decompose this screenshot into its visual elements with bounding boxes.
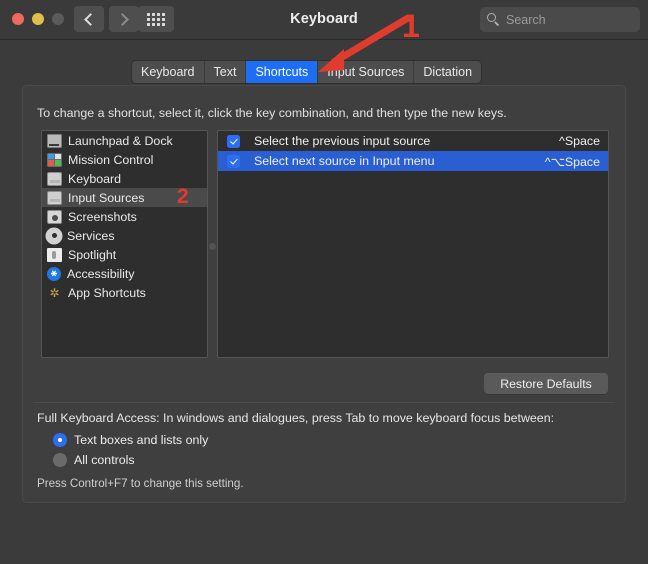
shortcut-keys[interactable]: ^Space: [559, 134, 600, 148]
sidebar-item-label: Keyboard: [68, 171, 122, 186]
annotation-marker-1: 1: [402, 8, 420, 44]
sidebar-item-app-shortcuts[interactable]: ✲ App Shortcuts: [42, 283, 207, 302]
preferences-window: Keyboard Search Keyboard Text Shortcuts …: [0, 0, 648, 564]
sidebar-item-label: Spotlight: [68, 247, 117, 262]
search-icon: [487, 13, 500, 26]
pane-splitter-handle[interactable]: [209, 243, 216, 250]
full-keyboard-access-label: Full Keyboard Access: In windows and dia…: [37, 411, 555, 425]
accessibility-icon: ⚹: [47, 266, 61, 281]
mission-control-icon: [47, 152, 62, 167]
input-sources-icon: [47, 190, 62, 205]
shortcut-label: Select next source in Input menu: [254, 154, 435, 168]
section-divider: [33, 402, 615, 403]
display-icon: [47, 133, 62, 148]
app-shortcuts-icon: ✲: [49, 285, 60, 300]
shortcut-checkbox[interactable]: [227, 134, 240, 148]
sidebar-item-launchpad-dock[interactable]: Launchpad & Dock: [42, 131, 207, 150]
tab-input-sources[interactable]: Input Sources: [318, 61, 415, 83]
radio-all-controls[interactable]: All controls: [53, 453, 135, 467]
shortcut-label: Select the previous input source: [254, 134, 431, 148]
shortcut-row[interactable]: Select next source in Input menu ^⌥Space: [218, 151, 608, 171]
sidebar-item-label: Launchpad & Dock: [68, 133, 173, 148]
tab-shortcuts[interactable]: Shortcuts: [246, 61, 319, 83]
search-placeholder: Search: [506, 12, 546, 27]
radio-button-icon: [53, 453, 67, 467]
sidebar-item-accessibility[interactable]: ⚹ Accessibility: [42, 264, 207, 283]
radio-button-icon: [53, 433, 67, 447]
sidebar-item-label: Input Sources: [68, 190, 145, 205]
sidebar-item-label: Mission Control: [68, 152, 154, 167]
sidebar-item-services[interactable]: Services: [42, 226, 207, 245]
radio-label: Text boxes and lists only: [74, 433, 209, 447]
sidebar-item-spotlight[interactable]: Spotlight: [42, 245, 207, 264]
tab-text[interactable]: Text: [204, 61, 247, 83]
radio-label: All controls: [74, 453, 135, 467]
search-field[interactable]: Search: [480, 7, 640, 32]
annotation-marker-2: 2: [177, 185, 189, 208]
full-keyboard-access-note: Press Control+F7 to change this setting.: [37, 477, 244, 490]
sidebar-item-screenshots[interactable]: Screenshots: [42, 207, 207, 226]
tab-keyboard[interactable]: Keyboard: [132, 61, 205, 83]
gear-icon: [47, 228, 61, 243]
window-titlebar: Keyboard Search: [0, 0, 648, 40]
sidebar-item-mission-control[interactable]: Mission Control: [42, 150, 207, 169]
bottom-bar: Keyboard battery level: 62 % Set Up Blue…: [0, 512, 648, 564]
sidebar-item-label: Screenshots: [68, 209, 137, 224]
shortcut-category-list[interactable]: Launchpad & Dock Mission Control Keyboar…: [41, 130, 208, 358]
camera-icon: [47, 209, 62, 224]
shortcut-row[interactable]: Select the previous input source ^Space: [218, 131, 608, 151]
shortcut-keys[interactable]: ^⌥Space: [545, 154, 600, 169]
sidebar-item-label: Accessibility: [67, 266, 135, 281]
radio-text-boxes-and-lists-only[interactable]: Text boxes and lists only: [53, 433, 208, 447]
sidebar-item-label: Services: [67, 228, 115, 243]
keyboard-icon: [47, 171, 62, 186]
document-icon: [47, 247, 62, 262]
shortcut-checkbox[interactable]: [227, 154, 240, 168]
tab-bar: Keyboard Text Shortcuts Input Sources Di…: [132, 61, 482, 83]
shortcuts-instruction-text: To change a shortcut, select it, click t…: [37, 106, 507, 120]
shortcut-list[interactable]: Select the previous input source ^Space …: [217, 130, 609, 358]
tab-dictation[interactable]: Dictation: [414, 61, 482, 83]
sidebar-item-label: App Shortcuts: [68, 285, 146, 300]
restore-defaults-button[interactable]: Restore Defaults: [484, 373, 608, 394]
